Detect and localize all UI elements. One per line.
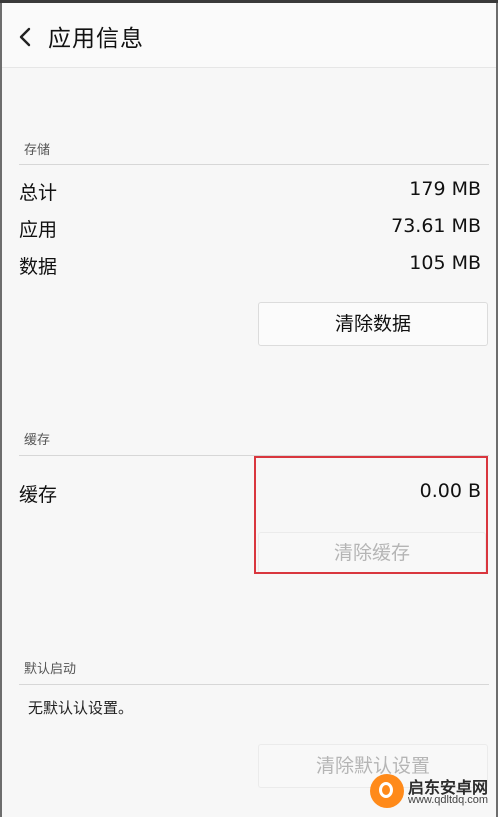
default-launch-divider <box>19 684 489 685</box>
total-value: 179 MB <box>409 178 481 200</box>
app-size-label: 应用 <box>19 219 58 241</box>
watermark-logo-icon <box>370 774 404 808</box>
clear-data-button[interactable]: 清除数据 <box>258 302 488 346</box>
app-size-value: 73.61 MB <box>391 215 481 237</box>
cache-label: 缓存 <box>19 484 58 506</box>
cache-section-label: 缓存 <box>24 433 51 448</box>
page-title: 应用信息 <box>48 26 144 52</box>
default-launch-section-label: 默认启动 <box>24 662 77 677</box>
no-default-text: 无默认认设置。 <box>28 699 134 717</box>
watermark-url: www.qdltdq.com <box>408 794 489 806</box>
storage-section-label: 存储 <box>24 143 51 158</box>
cache-highlight-box <box>254 456 488 574</box>
back-button[interactable] <box>12 21 40 51</box>
total-label: 总计 <box>19 182 58 204</box>
data-size-label: 数据 <box>19 256 58 278</box>
data-size-value: 105 MB <box>409 252 481 274</box>
storage-divider <box>19 164 489 165</box>
app-bar: 应用信息 <box>2 3 496 68</box>
chevron-left-icon <box>19 27 31 47</box>
site-watermark: 启东安卓网 www.qdltdq.com <box>360 770 498 817</box>
window-left-border <box>0 3 2 817</box>
